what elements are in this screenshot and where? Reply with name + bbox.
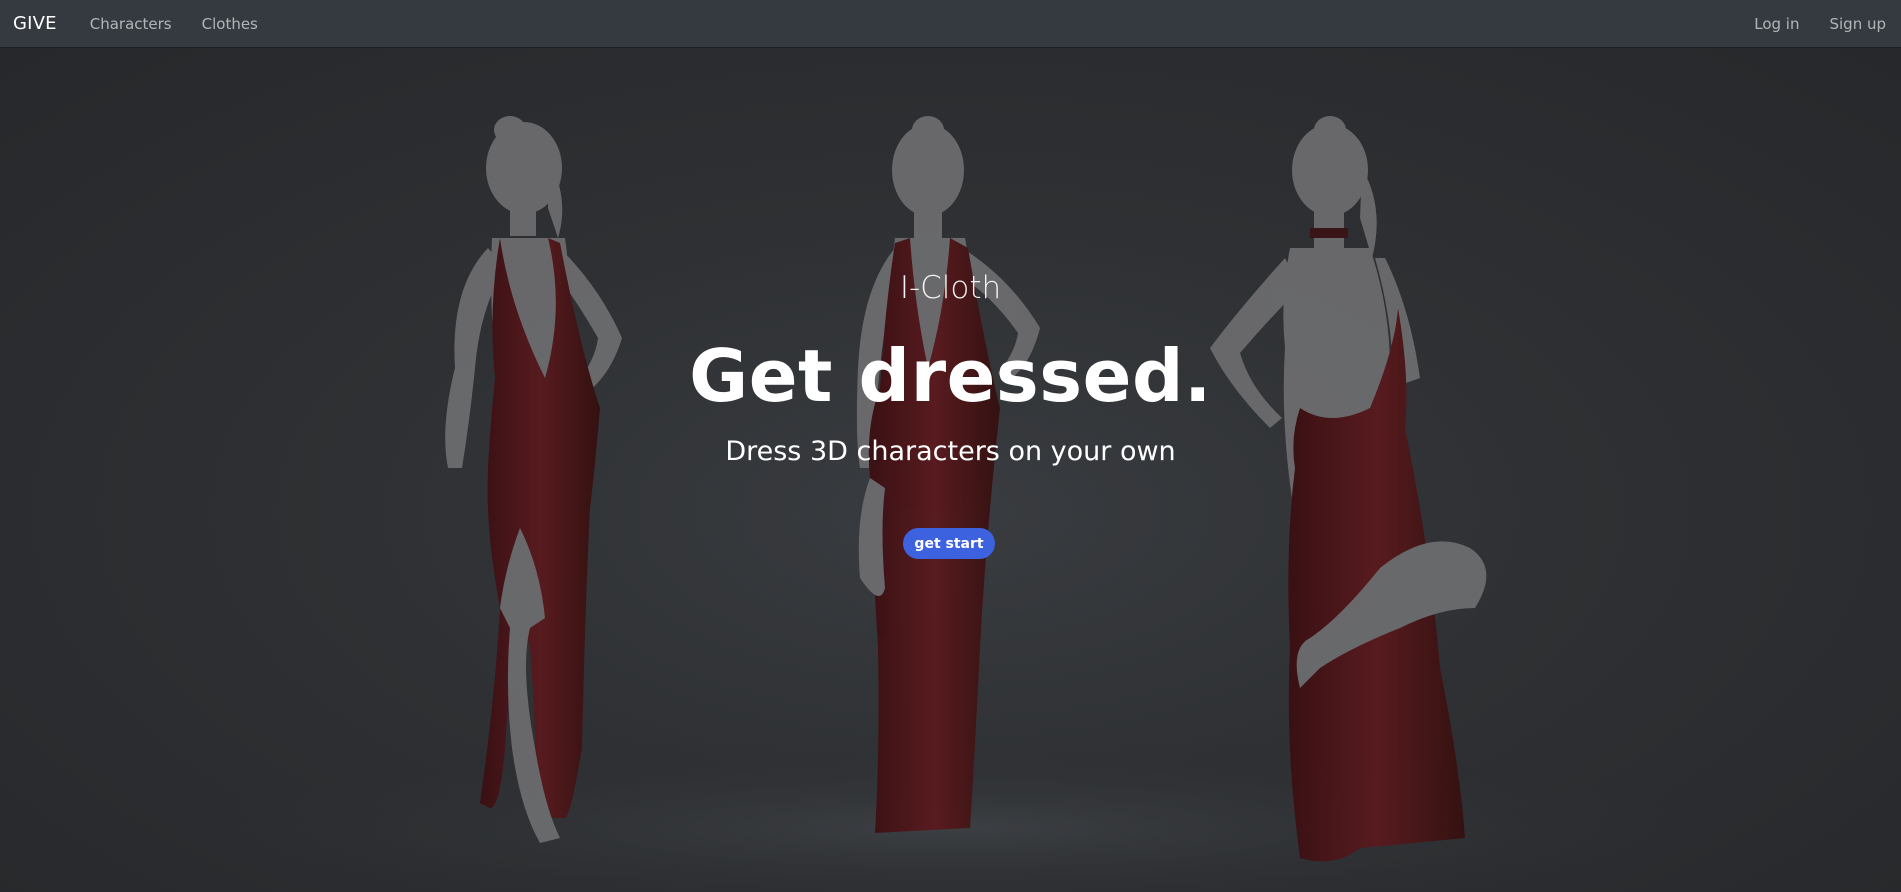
hero-section: I-Cloth Get dressed. Dress 3D characters…: [0, 48, 1901, 892]
mannequin-center: [856, 116, 1040, 833]
nav-link-clothes[interactable]: Clothes: [202, 15, 258, 33]
signup-link[interactable]: Sign up: [1829, 15, 1886, 33]
mannequin-left: [445, 116, 622, 843]
top-navbar: GIVE Characters Clothes Log in Sign up: [0, 0, 1901, 48]
login-link[interactable]: Log in: [1754, 15, 1799, 33]
nav-link-characters[interactable]: Characters: [90, 15, 172, 33]
page: GIVE Characters Clothes Log in Sign up I…: [0, 0, 1901, 892]
auth-links: Log in Sign up: [1739, 15, 1901, 33]
hero-subtitle: I-Cloth: [899, 270, 1002, 306]
get-start-button[interactable]: get start: [903, 528, 995, 559]
hero-background-image: [150, 116, 1750, 892]
hero-lead: Dress 3D characters on your own: [725, 436, 1176, 467]
hero-headline: Get dressed.: [689, 334, 1212, 418]
brand-logo[interactable]: GIVE: [13, 13, 57, 34]
